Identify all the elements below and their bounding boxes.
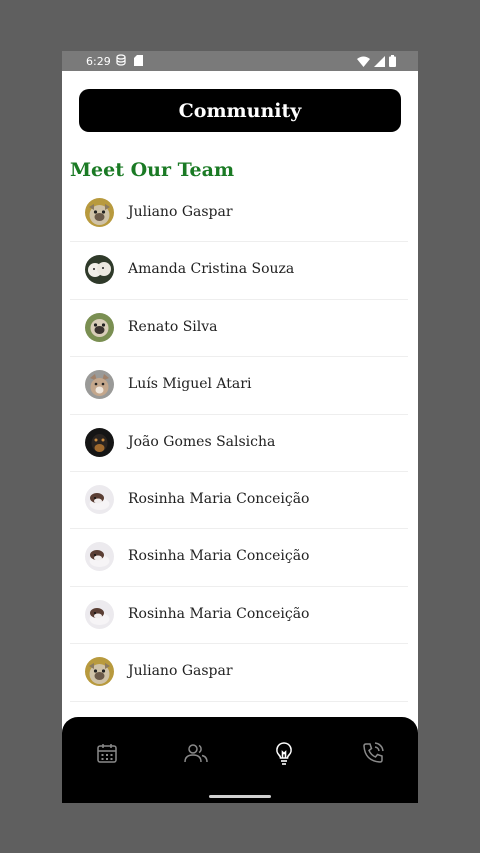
- team-member-row[interactable]: João Gomes Salsicha: [70, 415, 408, 472]
- member-name: João Gomes Salsicha: [128, 433, 276, 450]
- avatar: [85, 542, 114, 572]
- nav-ideas[interactable]: [270, 739, 298, 767]
- team-member-row[interactable]: Rosinha Maria Conceição: [70, 472, 408, 530]
- team-list: Juliano Gaspar Amanda Cristina Souza Renat…: [70, 185, 408, 702]
- calendar-icon: [97, 744, 117, 763]
- section-title: Meet Our Team: [70, 159, 235, 181]
- member-name: Rosinha Maria Conceição: [128, 490, 310, 507]
- avatar: [85, 312, 114, 342]
- member-name: Amanda Cristina Souza: [128, 261, 295, 278]
- status-bar: 6:29: [62, 51, 418, 71]
- avatar: [85, 657, 114, 687]
- team-member-row[interactable]: Rosinha Maria Conceição: [70, 529, 408, 587]
- team-member-row[interactable]: Juliano Gaspar: [70, 644, 408, 702]
- member-name: Rosinha Maria Conceição: [128, 605, 310, 622]
- member-name: Rosinha Maria Conceição: [128, 548, 310, 565]
- member-name: Juliano Gaspar: [128, 663, 233, 680]
- avatar: [85, 255, 114, 285]
- team-member-row[interactable]: Rosinha Maria Conceição: [70, 587, 408, 645]
- avatar: [85, 427, 114, 457]
- phone-call-icon: [363, 742, 384, 763]
- team-member-row[interactable]: Renato Silva: [70, 300, 408, 358]
- member-name: Juliano Gaspar: [128, 204, 233, 220]
- member-name: Renato Silva: [128, 318, 218, 335]
- app-screen: 6:29 Community Meet Our Team Juliano Gas…: [62, 51, 418, 803]
- community-header-button[interactable]: Community: [79, 89, 401, 132]
- team-member-row[interactable]: Juliano Gaspar: [70, 185, 408, 243]
- sd-card-icon: [134, 54, 143, 66]
- team-member-row[interactable]: Luís Miguel Atari: [70, 357, 408, 415]
- sync-icon: [116, 54, 126, 66]
- avatar: [85, 198, 114, 227]
- signal-icon: [374, 55, 385, 67]
- member-name: Luís Miguel Atari: [128, 376, 252, 393]
- nav-community[interactable]: [182, 739, 210, 767]
- home-indicator[interactable]: [209, 795, 271, 798]
- avatar: [85, 599, 114, 629]
- status-time: 6:29: [86, 55, 111, 68]
- wifi-icon: [357, 56, 370, 67]
- lightbulb-icon: [276, 742, 292, 765]
- nav-contact[interactable]: [359, 739, 387, 767]
- battery-icon: [389, 55, 396, 67]
- nav-calendar[interactable]: [93, 739, 121, 767]
- team-member-row[interactable]: Amanda Cristina Souza: [70, 242, 408, 300]
- bottom-navigation: [62, 717, 418, 803]
- avatar: [85, 484, 114, 514]
- people-icon: [184, 744, 208, 763]
- avatar: [85, 370, 114, 400]
